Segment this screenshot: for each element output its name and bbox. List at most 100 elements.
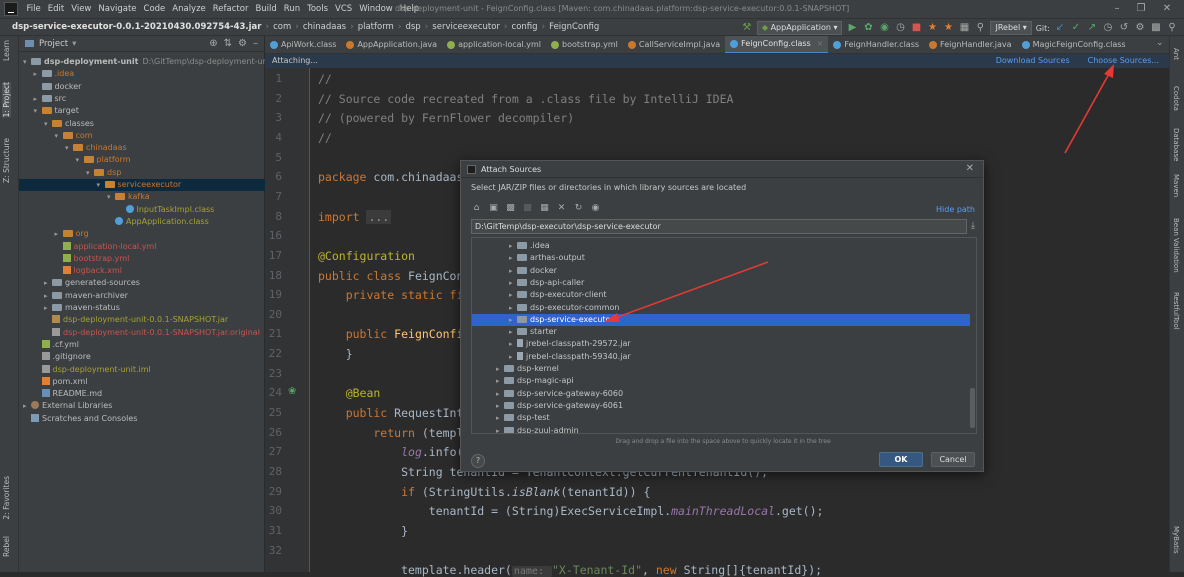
chevron-down-icon[interactable]: ▾ bbox=[44, 118, 52, 130]
project-tree-item[interactable]: .gitignore bbox=[19, 351, 265, 363]
project-tree-item[interactable]: ▾ chinadaas bbox=[19, 142, 265, 154]
file-tree-item[interactable]: ▸ dsp-service-executor bbox=[472, 313, 970, 327]
structure-icon[interactable]: ▦ bbox=[958, 22, 970, 34]
profile-icon[interactable]: ◷ bbox=[894, 22, 906, 34]
project-tree-item[interactable]: README.md bbox=[19, 388, 265, 400]
tool-tab-restfultool[interactable]: RestfulTool bbox=[1172, 292, 1180, 330]
project-tree-item[interactable]: ▾ target bbox=[19, 105, 265, 117]
breadcrumb-item[interactable]: platform bbox=[356, 22, 396, 32]
chevron-right-icon[interactable]: ▸ bbox=[509, 338, 517, 350]
project-tree-item[interactable]: ▾ serviceexecutor bbox=[19, 179, 265, 192]
tabs-overflow-icon[interactable]: ⌄ bbox=[1156, 38, 1164, 48]
chevron-down-icon[interactable]: ▾ bbox=[23, 56, 31, 68]
project-panel-title[interactable]: Project bbox=[39, 39, 68, 49]
chevron-down-icon[interactable]: ▾ bbox=[97, 179, 105, 191]
editor-tab[interactable]: FeignConfig.class × bbox=[725, 36, 829, 53]
maximize-icon[interactable]: ❐ bbox=[1134, 2, 1148, 16]
chevron-down-icon[interactable]: ▾ bbox=[55, 130, 63, 142]
breadcrumb-item[interactable]: FeignConfig bbox=[547, 22, 601, 32]
stop-icon[interactable]: ■ bbox=[910, 22, 922, 34]
file-tree-item[interactable]: ▸ arthas-output bbox=[472, 252, 970, 264]
jrebel-debug-icon[interactable]: ★ bbox=[942, 22, 954, 34]
chevron-right-icon[interactable]: ▸ bbox=[509, 302, 517, 314]
menu-build[interactable]: Build bbox=[252, 4, 280, 14]
run-config-selector[interactable]: ◆ AppApplication ▾ bbox=[756, 21, 843, 35]
chevron-down-icon[interactable]: ▾ bbox=[72, 39, 76, 49]
chevron-down-icon[interactable]: ▾ bbox=[65, 142, 73, 154]
run-icon[interactable]: ▶ bbox=[846, 22, 858, 34]
chevron-right-icon[interactable]: ▸ bbox=[23, 400, 31, 412]
tool-tab-maven[interactable]: Maven bbox=[1172, 174, 1180, 197]
choose-sources-link[interactable]: Choose Sources... bbox=[1087, 54, 1159, 69]
file-tree-item[interactable]: ▸ docker bbox=[472, 265, 970, 277]
project-tree-item[interactable]: pom.xml bbox=[19, 376, 265, 388]
tool-tab-structure[interactable]: Z: Structure bbox=[2, 138, 11, 183]
project-tree-item[interactable]: application-local.yml bbox=[19, 241, 265, 253]
editor-tab[interactable]: FeignHandler.java bbox=[924, 36, 1017, 53]
chevron-down-icon[interactable]: ▾ bbox=[76, 154, 84, 166]
menu-analyze[interactable]: Analyze bbox=[169, 4, 210, 14]
git-push-icon[interactable]: ↗ bbox=[1086, 22, 1098, 34]
menu-navigate[interactable]: Navigate bbox=[95, 4, 140, 14]
tool-tab-ant[interactable]: Ant bbox=[1172, 48, 1180, 60]
git-update-icon[interactable]: ↙ bbox=[1054, 22, 1066, 34]
project-tree-item[interactable]: dsp-deployment-unit-0.0.1-SNAPSHOT.jar.o… bbox=[19, 327, 265, 339]
menu-view[interactable]: View bbox=[68, 4, 95, 14]
breadcrumb-item[interactable]: serviceexecutor bbox=[430, 22, 502, 32]
hide-path-link[interactable]: Hide path bbox=[936, 205, 975, 214]
file-tree-item[interactable]: ▸ dsp-kernel bbox=[472, 363, 970, 375]
file-tree-item[interactable]: ▸ dsp-service-gateway-6061 bbox=[472, 400, 970, 412]
project-tree-item[interactable]: ▾ dsp-deployment-unit D:\GitTemp\dsp-deplo… bbox=[19, 56, 273, 68]
chevron-down-icon[interactable]: ▾ bbox=[86, 167, 94, 179]
file-tree-item[interactable]: ▸ .idea bbox=[472, 240, 970, 252]
coverage-icon[interactable]: ◉ bbox=[878, 22, 890, 34]
search-icon[interactable]: ⚲ bbox=[974, 22, 986, 34]
module-folder-icon[interactable]: ▩ bbox=[522, 203, 533, 214]
project-tree-item[interactable]: Scratches and Consoles bbox=[19, 413, 265, 425]
collapse-all-icon[interactable]: ⇅ bbox=[224, 38, 232, 49]
scrollbar-thumb[interactable] bbox=[970, 388, 975, 428]
chevron-right-icon[interactable]: ▸ bbox=[509, 289, 517, 301]
chevron-right-icon[interactable]: ▸ bbox=[44, 277, 52, 289]
close-icon[interactable]: ✕ bbox=[966, 163, 974, 174]
chevron-right-icon[interactable]: ▸ bbox=[44, 290, 52, 302]
editor-tab[interactable]: CallServiceImpl.java bbox=[623, 36, 725, 53]
desktop-icon[interactable]: ▣ bbox=[488, 203, 499, 214]
file-tree-item[interactable]: ▸ dsp-api-caller bbox=[472, 277, 970, 289]
hammer-build-icon[interactable]: ⚒ bbox=[741, 22, 753, 34]
chevron-right-icon[interactable]: ▸ bbox=[44, 302, 52, 314]
tool-tab-project[interactable]: 1: Project bbox=[2, 82, 11, 118]
minimize-icon[interactable]: – bbox=[1110, 2, 1124, 16]
project-tree-item[interactable]: bootstrap.yml bbox=[19, 253, 265, 265]
editor-tab[interactable]: application-local.yml bbox=[442, 36, 546, 53]
menu-run[interactable]: Run bbox=[280, 4, 303, 14]
project-tree-item[interactable]: ▸ src bbox=[19, 93, 265, 105]
chevron-right-icon[interactable]: ▸ bbox=[509, 240, 517, 252]
chevron-right-icon[interactable]: ▸ bbox=[496, 400, 504, 412]
file-tree-item[interactable]: ▸ dsp-magic-api bbox=[472, 375, 970, 387]
chevron-right-icon[interactable]: ▸ bbox=[509, 351, 517, 363]
chevron-right-icon[interactable]: ▸ bbox=[509, 314, 517, 326]
debug-icon[interactable]: ✿ bbox=[862, 22, 874, 34]
home-icon[interactable]: ⌂ bbox=[471, 203, 482, 214]
breadcrumb-item[interactable]: com bbox=[271, 22, 293, 32]
editor-tab[interactable]: AppApplication.java bbox=[341, 36, 442, 53]
project-tree-item[interactable]: ▾ platform bbox=[19, 154, 265, 166]
rollback-icon[interactable]: ↺ bbox=[1118, 22, 1130, 34]
project-tree-item[interactable]: ▸ org bbox=[19, 228, 265, 240]
tool-tab-favorites[interactable]: 2: Favorites bbox=[2, 476, 11, 520]
download-sources-link[interactable]: Download Sources bbox=[996, 54, 1070, 69]
locate-icon[interactable]: ⊕ bbox=[209, 38, 217, 49]
editor-tab[interactable]: ApiWork.class bbox=[265, 36, 341, 53]
chevron-right-icon[interactable]: ▸ bbox=[509, 265, 517, 277]
show-hidden-icon[interactable]: ◉ bbox=[590, 203, 601, 214]
project-tree-item[interactable]: ▾ dsp bbox=[19, 167, 265, 179]
project-tree-item[interactable]: docker bbox=[19, 81, 265, 93]
menu-code[interactable]: Code bbox=[140, 4, 169, 14]
tool-tab-learn[interactable]: Learn bbox=[2, 40, 11, 61]
chevron-right-icon[interactable]: ▸ bbox=[34, 68, 42, 80]
tool-tab-mybatis[interactable]: MyBatis bbox=[1172, 526, 1180, 554]
menu-file[interactable]: File bbox=[23, 4, 44, 14]
project-tree-item[interactable]: ▾ com bbox=[19, 130, 265, 142]
project-tree-item[interactable]: ▸ .idea bbox=[19, 68, 265, 80]
